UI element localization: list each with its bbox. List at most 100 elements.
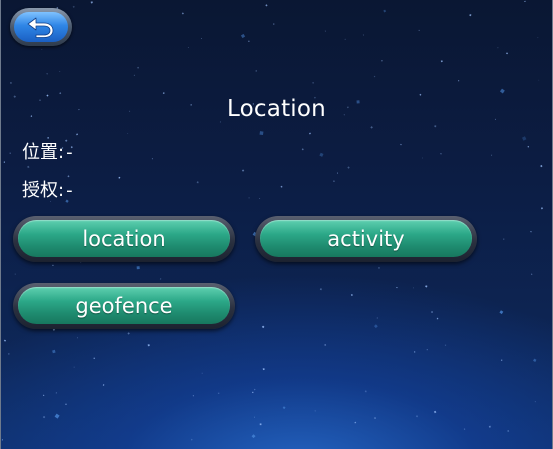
- star: [201, 372, 203, 374]
- star: [253, 388, 256, 391]
- star: [127, 332, 130, 335]
- star: [162, 92, 165, 95]
- star: [282, 406, 286, 410]
- star: [422, 157, 423, 159]
- star: [537, 37, 539, 39]
- star: [265, 4, 268, 7]
- star: [541, 207, 543, 210]
- star: [254, 416, 255, 418]
- activity-button[interactable]: activity: [255, 216, 477, 262]
- star: [259, 197, 261, 200]
- authorization-status-row: 授权: -: [22, 176, 73, 202]
- page-title: Location: [227, 96, 326, 122]
- star: [93, 357, 96, 360]
- star: [364, 390, 367, 393]
- back-button-face: [14, 12, 68, 42]
- location-label: 位置:: [22, 142, 65, 163]
- star: [3, 339, 6, 342]
- star: [217, 392, 220, 395]
- star: [259, 131, 264, 136]
- star: [436, 317, 439, 320]
- star: [506, 52, 508, 55]
- star: [426, 349, 428, 351]
- star: [255, 70, 257, 72]
- star: [273, 23, 275, 25]
- geofence-button-label: geofence: [18, 287, 230, 324]
- star: [42, 394, 45, 397]
- location-status-row: 位置: -: [22, 138, 73, 164]
- star: [433, 410, 437, 414]
- star: [76, 133, 79, 136]
- star: [181, 12, 184, 15]
- authorization-value: -: [66, 180, 73, 201]
- star: [314, 410, 316, 412]
- star: [533, 358, 537, 362]
- star: [396, 287, 398, 289]
- star: [524, 0, 526, 3]
- star: [507, 430, 510, 432]
- star: [499, 88, 505, 94]
- star: [42, 415, 46, 419]
- star: [52, 264, 54, 267]
- star: [381, 60, 383, 62]
- star: [309, 132, 311, 135]
- star: [350, 294, 353, 297]
- star: [527, 145, 530, 148]
- star: [538, 79, 540, 81]
- star: [27, 165, 30, 169]
- star: [491, 154, 493, 156]
- star: [262, 368, 265, 371]
- back-button[interactable]: [10, 8, 72, 46]
- star: [77, 337, 78, 339]
- location-button[interactable]: location: [13, 216, 235, 262]
- star: [118, 176, 121, 179]
- star: [136, 266, 140, 270]
- star: [540, 164, 543, 168]
- location-button-label: location: [18, 220, 230, 257]
- back-arrow-icon: [27, 17, 54, 38]
- star: [415, 415, 419, 418]
- activity-button-label: activity: [260, 220, 472, 257]
- star: [347, 166, 350, 169]
- star: [251, 434, 256, 439]
- star: [248, 40, 250, 42]
- star: [201, 38, 202, 39]
- star: [133, 74, 135, 76]
- star: [400, 143, 402, 146]
- star: [55, 392, 57, 394]
- star: [319, 152, 324, 157]
- star: [444, 344, 447, 346]
- star: [240, 33, 246, 39]
- star: [7, 353, 10, 355]
- star: [127, 132, 129, 134]
- star: [312, 82, 314, 84]
- star: [534, 401, 536, 403]
- star: [241, 169, 245, 172]
- star: [301, 148, 304, 151]
- star: [376, 317, 378, 319]
- star: [59, 92, 62, 95]
- star: [418, 29, 420, 31]
- star: [65, 403, 67, 405]
- star: [248, 197, 250, 199]
- star: [9, 82, 12, 84]
- location-value: -: [66, 142, 73, 163]
- star: [469, 13, 472, 17]
- star: [425, 285, 428, 288]
- geofence-button[interactable]: geofence: [13, 283, 235, 329]
- star: [458, 80, 460, 82]
- star: [440, 60, 443, 63]
- star: [59, 71, 61, 73]
- star: [1, 439, 3, 441]
- star: [46, 73, 48, 75]
- star: [531, 273, 533, 275]
- star: [344, 38, 346, 40]
- star: [259, 423, 262, 426]
- star: [500, 359, 503, 361]
- star: [14, 273, 16, 275]
- star: [373, 324, 378, 329]
- star: [52, 349, 56, 354]
- star: [521, 136, 527, 141]
- star: [333, 180, 335, 183]
- star: [414, 351, 416, 353]
